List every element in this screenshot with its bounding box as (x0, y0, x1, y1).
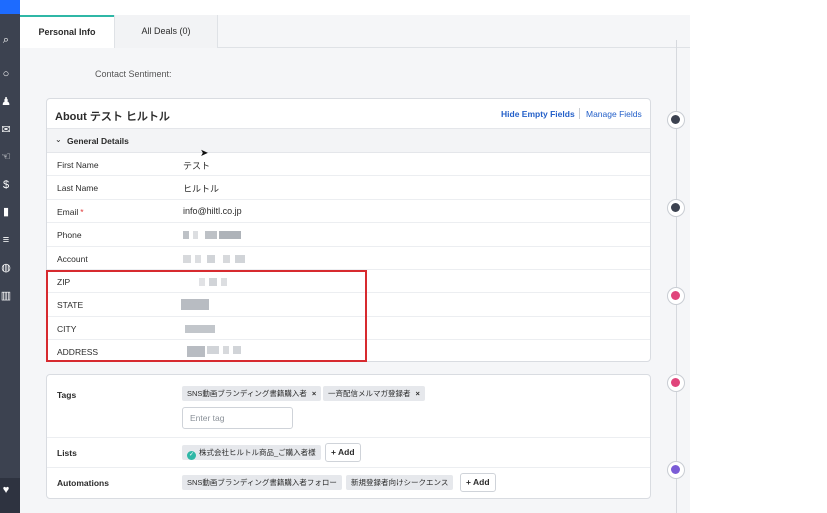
field-row-first-name: First Name テスト (47, 153, 650, 177)
add-automation-button[interactable]: + Add (460, 473, 496, 492)
field-label: Last Name (57, 183, 99, 194)
tab-bar: Personal Info All Deals (0) (20, 15, 690, 48)
field-value[interactable]: テスト (183, 159, 210, 172)
field-label: Account (57, 253, 88, 264)
field-label: First Name (57, 160, 99, 170)
general-details-header[interactable]: ⌄ General Details (47, 129, 650, 153)
remove-tag-icon[interactable]: × (416, 389, 420, 398)
list-icon[interactable]: ≡ (0, 234, 12, 246)
automation-chip: SNS動画ブランディング書籍購入者フォロー (182, 475, 342, 490)
general-details-title: General Details (67, 136, 129, 146)
list-icon[interactable] (667, 461, 685, 479)
contacts-icon[interactable]: ♟ (0, 96, 12, 108)
lightbulb-icon[interactable]: ○ (0, 68, 12, 80)
field-value[interactable]: info@hiltl.co.jp (183, 206, 242, 216)
tags-label: Tags (57, 390, 77, 400)
rail-bottom: ♥ (0, 478, 20, 513)
manage-fields-link[interactable]: Manage Fields (586, 109, 642, 119)
heart-icon[interactable]: ♥ (0, 484, 12, 496)
required-marker: * (80, 206, 84, 217)
hand-icon[interactable]: ☜ (0, 151, 12, 163)
remove-tag-icon[interactable]: × (312, 389, 316, 398)
tag-chip: SNS動画ブランディング書籍購入者 × (182, 386, 322, 401)
enter-tag-input[interactable]: Enter tag (182, 407, 293, 429)
mouse-cursor-icon: ➤ (200, 148, 209, 159)
tab-personal-info[interactable]: Personal Info (20, 15, 114, 48)
left-nav-rail: ⌕ ○ ♟ ✉ ☜ $ ▮ ≡ ◍ ▥ ♥ (0, 0, 20, 513)
rail-top-accent (0, 0, 20, 14)
search-icon[interactable]: ⌕ (0, 34, 12, 46)
hide-empty-fields-link[interactable]: Hide Empty Fields (501, 109, 575, 119)
automations-row: Automations SNS動画ブランディング書籍購入者フォロー 新規登録者向… (47, 468, 650, 498)
field-label: Email * (57, 206, 84, 217)
chevron-down-icon: ⌄ (55, 135, 62, 144)
lists-label: Lists (57, 448, 77, 458)
add-list-button[interactable]: + Add (325, 443, 361, 462)
list-chip: ✓ 株式会社ヒルトル商品_ご購入者様 (182, 445, 321, 460)
field-row-phone: Phone (47, 223, 650, 247)
field-value[interactable]: ヒルトル (183, 182, 219, 195)
field-row-account: Account (47, 247, 650, 270)
lists-row: Lists ✓ 株式会社ヒルトル商品_ご購入者様 + Add (47, 438, 650, 468)
tab-all-deals[interactable]: All Deals (0) (114, 15, 218, 48)
contact-sentiment-label: Contact Sentiment: (95, 69, 172, 79)
envelope-icon[interactable] (667, 199, 685, 217)
field-row-last-name: Last Name ヒルトル (47, 176, 650, 200)
tags-row: Tags SNS動画ブランディング書籍購入者 × 一斉配信メルマガ登録者 × Ent… (47, 375, 650, 438)
bar-chart-icon[interactable]: ▥ (0, 290, 12, 302)
dollar-icon[interactable]: $ (0, 179, 12, 191)
about-title: About テスト ヒルトル (55, 111, 170, 123)
field-row-email: Email * info@hiltl.co.jp (47, 200, 650, 224)
envelope-icon[interactable] (667, 111, 685, 129)
tags-lists-automations-panel: Tags SNS動画ブランディング書籍購入者 × 一斉配信メルマガ登録者 × Ent… (46, 374, 651, 499)
contact-detail-main: Personal Info All Deals (0) Contact Sent… (20, 0, 690, 513)
field-label: Phone (57, 230, 82, 241)
mail-icon[interactable]: ✉ (0, 124, 12, 136)
bookmark-icon[interactable]: ▮ (0, 206, 12, 218)
automations-label: Automations (57, 478, 109, 488)
automation-chip: 新規登録者向けシークエンス (346, 475, 454, 490)
globe-icon[interactable]: ◍ (0, 262, 12, 274)
tag-chip: 一斉配信メルマガ登録者 × (323, 386, 425, 401)
refresh-icon[interactable] (667, 287, 685, 305)
check-circle-icon: ✓ (187, 451, 196, 460)
highlight-box (46, 270, 367, 362)
refresh-icon[interactable] (667, 374, 685, 392)
about-header: About テスト ヒルトル Hide Empty Fields Manage … (47, 99, 650, 129)
